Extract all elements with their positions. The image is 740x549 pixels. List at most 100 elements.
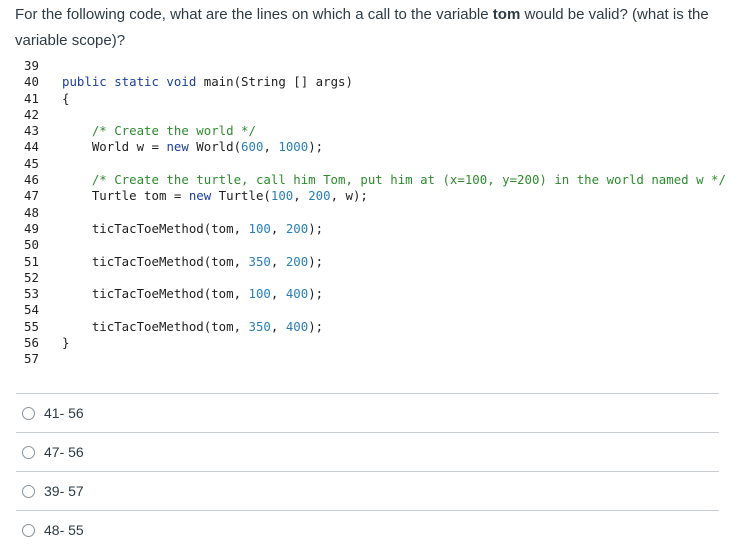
code-token: World w = (62, 139, 167, 155)
code-token: ticTacToeMethod(tom, (62, 253, 249, 269)
question-variable-name: tom (492, 6, 521, 23)
answer-options: 41- 56 47- 56 39- 57 48- 55 (16, 393, 719, 549)
radio-button[interactable] (22, 445, 35, 459)
code-token: , (270, 253, 286, 269)
code-token: ticTacToeMethod(tom, (62, 318, 249, 334)
code-line: 56} (16, 335, 726, 351)
line-number: 49 (24, 220, 39, 236)
question-text: For the following code, what are the lin… (15, 2, 727, 54)
line-number: 52 (24, 269, 39, 285)
code-token: ); (308, 139, 324, 155)
code-token: ticTacToeMethod(tom, (62, 220, 249, 236)
code-line: 43 /* Create the world */ (16, 123, 726, 139)
code-comment: /* Create the world */ (62, 123, 256, 139)
line-number: 45 (24, 155, 39, 171)
line-number: 51 (24, 253, 39, 269)
code-number: 1000 (278, 139, 309, 155)
line-number: 40 (24, 74, 39, 90)
code-text: ticTacToeMethod(tom, 350, 400); (62, 319, 323, 335)
code-token: { (62, 90, 70, 106)
code-text: ticTacToeMethod(tom, 100, 400); (62, 286, 323, 302)
code-token: ); (308, 286, 324, 302)
code-comment: /* Create the turtle, call him Tom, put … (62, 172, 726, 188)
code-line: 40 public static void main(String [] args… (16, 74, 726, 90)
answer-option[interactable]: 39- 57 (16, 471, 719, 510)
answer-option[interactable]: 47- 56 (16, 432, 719, 471)
radio-button[interactable] (22, 484, 35, 498)
code-token: , (270, 286, 286, 302)
code-token: , w); (330, 188, 368, 204)
code-token: Turtle( (218, 188, 271, 204)
code-number: 200 (285, 253, 309, 269)
code-token: World( (196, 139, 242, 155)
code-text: } (62, 335, 69, 351)
code-keyword: public static void (62, 74, 204, 90)
code-token: ); (308, 318, 324, 334)
code-number: 350 (248, 253, 271, 269)
code-token: } (62, 335, 70, 351)
code-line: 55 ticTacToeMethod(tom, 350, 400); (16, 319, 726, 335)
code-text: public static void main(String [] args) (62, 74, 353, 90)
code-number: 200 (285, 220, 309, 236)
line-number: 44 (24, 139, 39, 155)
code-line: 57 (16, 351, 726, 367)
code-number: 100 (248, 220, 271, 236)
answer-label: 48- 55 (44, 522, 84, 538)
line-number: 54 (24, 302, 39, 318)
answer-label: 47- 56 (44, 444, 84, 460)
code-text: World w = new World(600, 1000); (62, 139, 323, 155)
code-token: main(String [] args) (203, 74, 353, 90)
code-token: , (270, 318, 286, 334)
code-line: 44 World w = new World(600, 1000); (16, 139, 726, 155)
code-number: 350 (248, 318, 271, 334)
code-line: 53 ticTacToeMethod(tom, 100, 400); (16, 286, 726, 302)
code-token: ); (308, 220, 324, 236)
radio-button[interactable] (22, 406, 35, 420)
answer-option[interactable]: 48- 55 (16, 510, 719, 549)
line-number: 39 (24, 58, 39, 73)
radio-button[interactable] (22, 523, 35, 537)
code-number: 400 (285, 286, 309, 302)
code-text: /* Create the turtle, call him Tom, put … (62, 172, 726, 188)
question-text-before: For the following code, what are the lin… (15, 6, 493, 23)
line-number: 42 (24, 106, 39, 122)
code-text: Turtle tom = new Turtle(100, 200, w); (62, 188, 368, 204)
code-line: 45 (16, 156, 726, 172)
line-number: 55 (24, 318, 39, 334)
code-text: { (62, 91, 69, 107)
code-line: 46 /* Create the turtle, call him Tom, p… (16, 172, 726, 188)
code-line: 50 (16, 237, 726, 253)
line-number: 47 (24, 188, 39, 204)
line-number: 43 (24, 123, 39, 139)
code-line: 41 { (16, 91, 726, 107)
code-block: 39 40 public static void main(String [] ar… (16, 58, 726, 368)
code-token: ticTacToeMethod(tom, (62, 286, 249, 302)
code-text: /* Create the world */ (62, 123, 256, 139)
line-number: 41 (24, 90, 39, 106)
line-number: 48 (24, 204, 39, 220)
code-line: 39 (16, 58, 726, 74)
answer-label: 39- 57 (44, 483, 84, 499)
code-line: 49 ticTacToeMethod(tom, 100, 200); (16, 221, 726, 237)
code-number: 200 (308, 188, 331, 204)
line-number: 46 (24, 172, 39, 188)
code-keyword: new (166, 139, 197, 155)
code-number: 600 (241, 139, 264, 155)
answer-label: 41- 56 (44, 405, 84, 421)
code-line: 52 (16, 270, 726, 286)
code-keyword: new (188, 188, 219, 204)
code-token: , (270, 220, 286, 236)
line-number: 53 (24, 286, 39, 302)
answer-option[interactable]: 41- 56 (16, 393, 719, 432)
line-number: 56 (24, 335, 39, 351)
code-line: 51 ticTacToeMethod(tom, 350, 200); (16, 254, 726, 270)
code-text: ticTacToeMethod(tom, 100, 200); (62, 221, 323, 237)
code-number: 100 (270, 188, 294, 204)
code-token: , (293, 188, 309, 204)
code-line: 42 (16, 107, 726, 123)
code-line: 54 (16, 302, 726, 318)
code-line: 47 Turtle tom = new Turtle(100, 200, w); (16, 188, 726, 204)
code-token: , (263, 139, 279, 155)
code-number: 100 (248, 286, 271, 302)
line-number: 50 (24, 237, 39, 253)
